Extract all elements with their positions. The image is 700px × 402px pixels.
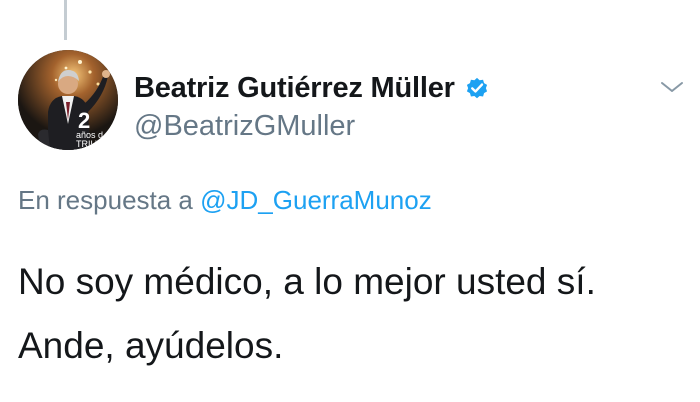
verified-badge-icon (464, 75, 490, 101)
reply-context: En respuesta a @JD_GuerraMunoz (18, 185, 432, 216)
avatar-badge: 2 años d TRIUN (72, 108, 118, 150)
thread-connector-line (64, 0, 67, 40)
reply-prefix: En respuesta a (18, 185, 193, 215)
tweet-text: No soy médico, a lo mejor usted sí. Ande… (18, 250, 688, 378)
author-name-row: Beatriz Gutiérrez Müller (134, 68, 490, 108)
tweet-text-line-2: Ande, ayúdelos. (18, 325, 284, 366)
author-display-name[interactable]: Beatriz Gutiérrez Müller (134, 72, 455, 105)
reply-mention-link[interactable]: @JD_GuerraMunoz (200, 185, 432, 215)
author-handle[interactable]: @BeatrizGMuller (134, 110, 355, 143)
avatar-badge-line2: TRIUN (76, 139, 104, 149)
tweet-text-line-1: No soy médico, a lo mejor usted sí. (18, 261, 596, 302)
chevron-down-icon[interactable] (658, 78, 686, 96)
avatar[interactable]: 2 años d TRIUN (18, 50, 118, 150)
